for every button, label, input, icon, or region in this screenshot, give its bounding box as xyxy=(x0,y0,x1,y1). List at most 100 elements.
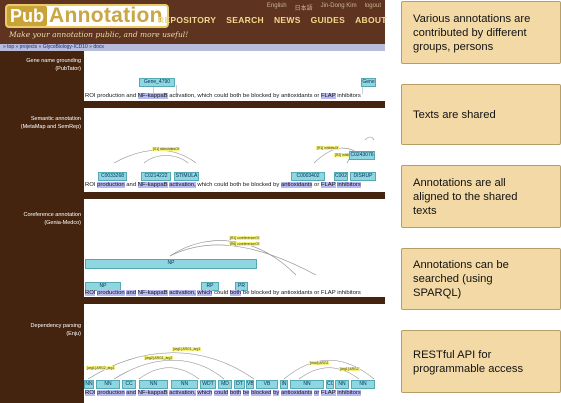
callout-texts-shared: Texts are shared xyxy=(401,84,561,145)
token-highlight[interactable]: be xyxy=(242,390,250,396)
relation-label[interactable]: [arg1] ARG2 xyxy=(339,367,360,371)
callout-line: contributed by different xyxy=(413,26,527,39)
pos-tag[interactable]: NN xyxy=(351,380,375,389)
relation-label[interactable]: [arg2] ARG1_arg2 xyxy=(144,356,174,360)
pos-tag[interactable]: IN xyxy=(280,380,288,389)
pos-tag[interactable]: VB xyxy=(256,380,278,389)
pubannotation-logo[interactable]: Pub Annotation xyxy=(5,4,169,28)
main-nav: REPOSITORY SEARCH NEWS GUIDES ABOUT xyxy=(158,15,387,25)
token: blocked xyxy=(251,93,272,99)
token-highlight[interactable]: NF-kappaB xyxy=(137,182,168,188)
pos-tag[interactable]: MD xyxy=(218,380,232,389)
pos-tag[interactable]: NN xyxy=(84,380,94,389)
logout-link[interactable]: logout xyxy=(365,3,381,12)
annotation-semantic[interactable]: DISRUP xyxy=(350,172,376,181)
token: production xyxy=(97,93,125,99)
pos-tag[interactable]: NN xyxy=(171,380,198,389)
pos-tag[interactable]: VB xyxy=(246,380,254,389)
token: blocked xyxy=(251,290,272,296)
pos-tag[interactable]: CC xyxy=(122,380,136,389)
nav-repository[interactable]: REPOSITORY xyxy=(158,15,216,25)
callout-line: SPARQL) xyxy=(413,287,462,299)
token-highlight[interactable]: ROI xyxy=(85,390,96,396)
nav-news[interactable]: NEWS xyxy=(274,15,301,25)
relation-arc xyxy=(113,359,225,380)
callout-line: RESTful API for xyxy=(413,348,492,361)
logo-annotation: Annotation xyxy=(49,4,163,27)
token-highlight[interactable]: activation, xyxy=(169,182,196,188)
token-highlight[interactable]: NF-kappaB xyxy=(137,290,168,296)
token: be xyxy=(242,290,250,296)
relation-label[interactable]: [arg1] ARG2_arg1 xyxy=(86,366,116,370)
pos-tag[interactable]: NN xyxy=(139,380,168,389)
pos-tag[interactable]: NN xyxy=(335,380,349,389)
nav-about[interactable]: ABOUT xyxy=(355,15,387,25)
token-highlight[interactable]: activation, xyxy=(169,290,196,296)
callout-line: searched (using xyxy=(413,273,493,285)
annotation-np-large[interactable]: NP xyxy=(85,259,257,269)
token-highlight[interactable]: FLAP xyxy=(320,390,336,396)
token-highlight[interactable]: which xyxy=(197,290,213,296)
breadcrumb[interactable]: » top » projects » GlycoBiology-ICD10 » … xyxy=(0,44,385,51)
relation-label[interactable]: [R6] coreferenceOf xyxy=(229,242,260,246)
token-highlight[interactable]: which xyxy=(197,390,213,396)
token: and xyxy=(126,182,137,188)
annotation-semantic[interactable]: C002 xyxy=(334,172,348,181)
annotation-gene[interactable]: Gene xyxy=(361,78,376,87)
annotation-semantic[interactable]: C0033268 xyxy=(98,172,127,181)
pos-tag[interactable]: NN xyxy=(96,380,120,389)
section-label-line: (Enju) xyxy=(66,331,81,337)
token-highlight[interactable]: inhibitors xyxy=(337,182,361,188)
token-highlight[interactable]: and xyxy=(126,290,137,296)
annotation-semantic[interactable]: C0214222 xyxy=(141,172,171,181)
token-highlight[interactable]: could xyxy=(214,390,229,396)
token-highlight[interactable]: production xyxy=(97,182,125,188)
token: both xyxy=(229,93,242,99)
relation-arc xyxy=(113,149,197,164)
annotation-semantic[interactable]: C0243076 xyxy=(349,151,375,160)
relation-label[interactable]: [mod] ARG1 xyxy=(309,361,330,365)
token-highlight[interactable]: FLAP xyxy=(320,182,336,188)
token-highlight[interactable]: ROI xyxy=(85,290,96,296)
token-highlight[interactable]: production xyxy=(97,390,125,396)
section-label-coreference: Coreference annotation (Genia-Medco) xyxy=(0,211,81,227)
annotation-semantic[interactable]: C0003402 xyxy=(291,172,325,181)
callout-line: Various annotations are xyxy=(413,12,531,25)
nav-search[interactable]: SEARCH xyxy=(226,15,264,25)
token-highlight[interactable]: both xyxy=(229,290,242,296)
relation-label[interactable]: [S1] stimulatesOf xyxy=(152,147,180,151)
token-highlight[interactable]: production xyxy=(97,290,125,296)
token-highlight[interactable]: inhibitors xyxy=(337,390,361,396)
token-highlight[interactable]: by xyxy=(273,390,280,396)
relation-label[interactable]: [arg1] ARG1_arg1 xyxy=(172,347,202,351)
pos-tag[interactable]: WDT xyxy=(200,380,216,389)
token-highlight[interactable]: FLAP xyxy=(320,93,336,99)
relation-label[interactable]: [R1] inhibitsOf xyxy=(316,146,340,150)
pos-tag[interactable]: CC xyxy=(326,380,334,389)
shared-sentence: ROI production and NF-kappaB activation,… xyxy=(85,182,361,188)
token-highlight[interactable]: antioxidants xyxy=(280,390,313,396)
token-highlight[interactable]: NF-kappaB xyxy=(137,93,168,99)
token: by xyxy=(273,182,280,188)
shared-sentence: ROI production and NF-kappaB activation,… xyxy=(85,290,361,296)
annotation-semantic[interactable]: STIMULA xyxy=(174,172,199,181)
token-highlight[interactable]: or xyxy=(314,390,320,396)
callout-aligned: Annotations are all aligned to the share… xyxy=(401,165,561,228)
pos-tag[interactable]: DT xyxy=(234,380,245,389)
panel-separator xyxy=(84,101,385,108)
token-highlight[interactable]: antioxidants xyxy=(280,182,313,188)
lang-english[interactable]: English xyxy=(267,3,287,12)
pos-tag[interactable]: NN xyxy=(290,380,324,389)
token-highlight[interactable]: both xyxy=(229,390,242,396)
token-highlight[interactable]: and xyxy=(126,390,137,396)
token-highlight[interactable]: blocked xyxy=(251,390,272,396)
user-name[interactable]: Jin-Dong Kim xyxy=(321,3,357,12)
lang-japanese[interactable]: 日本語 xyxy=(295,3,313,12)
callout-line: Annotations are all xyxy=(413,176,506,189)
tagline: Make your annotation public, and more us… xyxy=(9,30,189,39)
relation-label[interactable]: [R1] coreferenceOf xyxy=(229,236,260,240)
nav-guides[interactable]: GUIDES xyxy=(311,15,345,25)
token-highlight[interactable]: activation, xyxy=(169,390,196,396)
annotation-gene-4790[interactable]: Gene_4790 xyxy=(139,78,175,87)
token-highlight[interactable]: NF-kappaB xyxy=(137,390,168,396)
